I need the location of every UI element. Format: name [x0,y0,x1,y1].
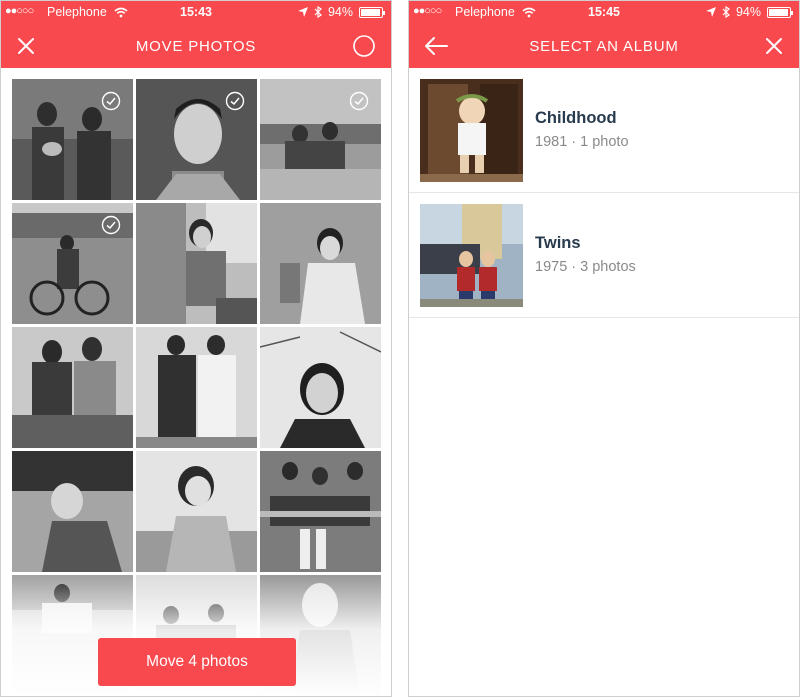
album-meta: 1975 · 3 photos [535,259,636,275]
battery-icon [767,6,793,18]
location-icon [297,7,308,17]
photo-tile[interactable] [12,79,133,200]
photo-tile[interactable] [12,451,133,572]
album-thumbnail [420,204,523,307]
checkmark-icon [101,215,121,235]
status-bar: ●●○○○ Pelephone 15:43 94% [1,5,391,21]
photo-tile[interactable] [260,451,381,572]
move-photos-screen: ●●○○○ Pelephone 15:43 94% MOVE PHOTOS Mo… [0,0,392,697]
move-photos-button[interactable]: Move 4 photos [98,638,296,686]
page-title: SELECT AN ALBUM [529,38,679,55]
photo-tile[interactable] [136,451,257,572]
close-icon[interactable] [759,31,789,61]
photo-tile[interactable] [260,327,381,448]
checkmark-icon [225,91,245,111]
battery-percent: 94% [735,5,761,19]
header-bar: ●●○○○ Pelephone 15:43 94% MOVE PHOTOS [1,1,391,68]
select-all-circle-icon[interactable] [349,31,379,61]
page-title: MOVE PHOTOS [135,38,257,55]
album-thumbnail [420,79,523,182]
battery-percent: 94% [327,5,353,19]
album-name: Childhood [535,109,617,127]
location-icon [705,7,716,17]
select-album-screen: ●●○○○ Pelephone 15:45 94% SELECT AN ALBU… [408,0,800,697]
album-name: Twins [535,234,581,252]
battery-icon [359,6,385,18]
bluetooth-icon [722,6,730,18]
photo-tile[interactable] [260,79,381,200]
photo-tile[interactable] [260,203,381,324]
header-bar: ●●○○○ Pelephone 15:45 94% SELECT AN ALBU… [409,1,799,68]
album-row-childhood[interactable]: Childhood 1981 · 1 photo [409,68,799,193]
status-bar: ●●○○○ Pelephone 15:45 94% [409,5,799,21]
checkmark-icon [101,91,121,111]
bluetooth-icon [314,6,322,18]
checkmark-icon [349,91,369,111]
album-row-twins[interactable]: Twins 1975 · 3 photos [409,193,799,318]
photo-tile[interactable] [12,203,133,324]
photo-tile[interactable] [136,327,257,448]
photo-tile[interactable] [136,203,257,324]
album-meta: 1981 · 1 photo [535,134,629,150]
photo-tile[interactable] [136,79,257,200]
photo-tile[interactable] [12,327,133,448]
